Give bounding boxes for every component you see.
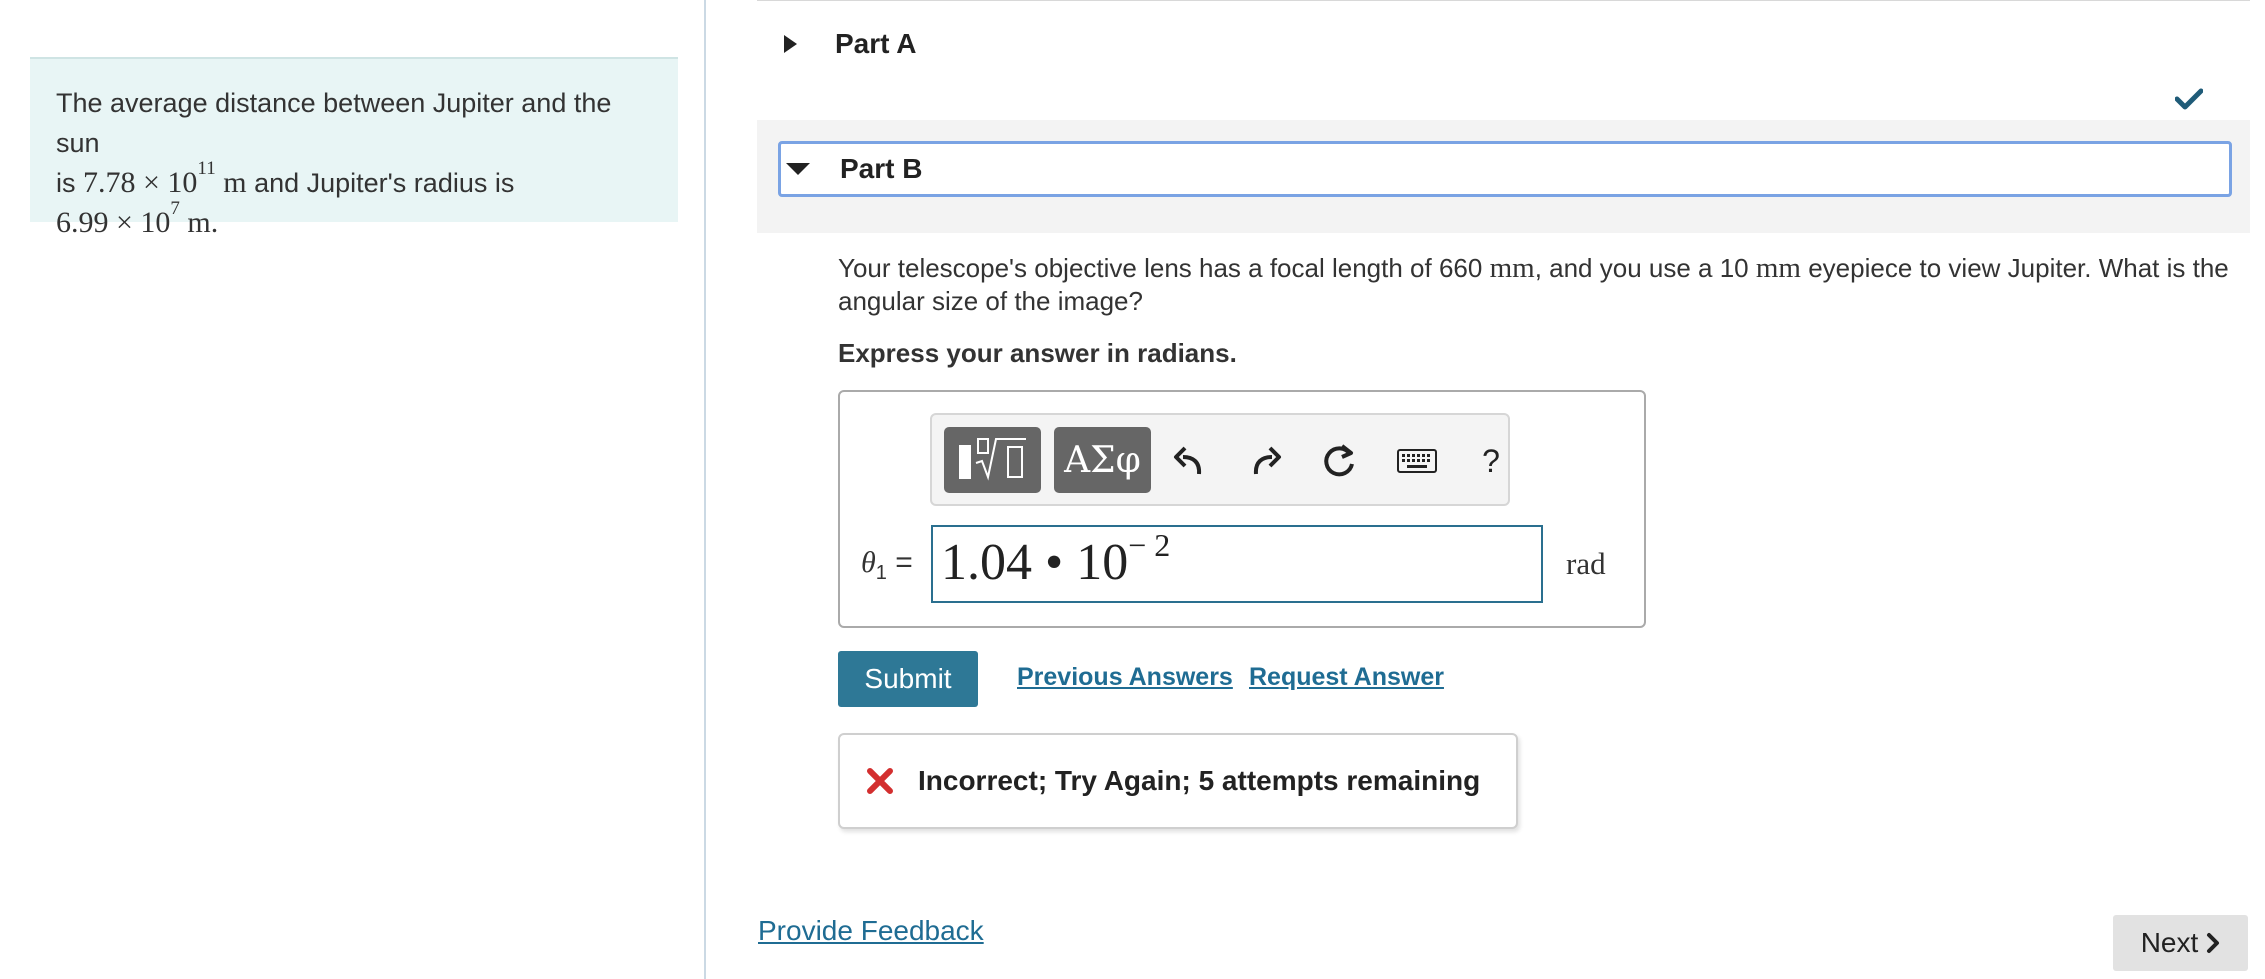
times-symbol: × bbox=[116, 206, 133, 239]
distance-mantissa: 7.78 bbox=[83, 166, 136, 199]
intro-text: is bbox=[56, 168, 83, 198]
caret-right-icon bbox=[784, 35, 797, 53]
answer-input[interactable]: 1.04 • 10− 2 bbox=[931, 525, 1543, 603]
distance-unit: m bbox=[223, 166, 247, 199]
next-label: Next bbox=[2140, 927, 2199, 958]
times-symbol: × bbox=[143, 166, 160, 199]
radius-exponent: 7 bbox=[170, 198, 180, 219]
intro-text: and Jupiter's radius is bbox=[246, 168, 515, 198]
chevron-right-icon bbox=[2206, 932, 2220, 954]
part-a-label: Part A bbox=[835, 28, 917, 59]
part-a-toggle[interactable]: Part A bbox=[784, 28, 916, 60]
intro-line-3: 6.99 × 107 m. bbox=[56, 199, 652, 243]
unit-mm: mm bbox=[1755, 252, 1801, 284]
templates-button[interactable] bbox=[944, 427, 1041, 493]
answer-exponent: − 2 bbox=[1128, 527, 1171, 563]
redo-icon[interactable] bbox=[1243, 439, 1287, 483]
distance-exponent: 11 bbox=[197, 158, 216, 179]
radius-mantissa: 6.99 bbox=[56, 206, 109, 239]
help-icon[interactable]: ? bbox=[1469, 439, 1513, 483]
top-rule bbox=[757, 0, 2250, 1]
intro-line-2: is 7.78 × 1011 m and Jupiter's radius is bbox=[56, 159, 652, 203]
equals-sign: = bbox=[895, 546, 913, 579]
greek-symbols-button[interactable]: ΑΣφ bbox=[1054, 427, 1151, 493]
answer-mantissa: 1.04 • 10 bbox=[941, 534, 1129, 591]
part-b-label: Part B bbox=[840, 153, 923, 184]
unit-mm: mm bbox=[1489, 252, 1535, 284]
answer-unit: rad bbox=[1566, 546, 1606, 581]
previous-answers-link[interactable]: Previous Answers bbox=[1017, 663, 1233, 692]
question-part: , and you use a 10 bbox=[1534, 253, 1756, 283]
part-b-toggle[interactable]: Part B bbox=[778, 141, 2232, 197]
checkmark-icon bbox=[2174, 88, 2204, 115]
problem-intro: The average distance between Jupiter and… bbox=[30, 57, 678, 239]
feedback-message-box: Incorrect; Try Again; 5 attempts remaini… bbox=[838, 733, 1518, 829]
error-x-icon bbox=[866, 767, 894, 795]
intro-line-1: The average distance between Jupiter and… bbox=[56, 88, 612, 158]
keyboard-icon[interactable] bbox=[1395, 439, 1439, 483]
request-answer-link[interactable]: Request Answer bbox=[1249, 663, 1444, 692]
undo-icon[interactable] bbox=[1168, 439, 1212, 483]
math-toolbar: ΑΣφ ? bbox=[930, 413, 1510, 506]
base-ten: 10 bbox=[140, 206, 171, 239]
templates-icon bbox=[956, 433, 1030, 488]
question-text: Your telescope's objective lens has a fo… bbox=[838, 252, 2238, 318]
answer-variable-label: θ1 = bbox=[861, 546, 913, 585]
next-button[interactable]: Next bbox=[2113, 915, 2248, 971]
theta-symbol: θ bbox=[861, 546, 876, 579]
column-divider bbox=[704, 0, 706, 979]
feedback-text: Incorrect; Try Again; 5 attempts remaini… bbox=[918, 765, 1481, 796]
submit-button[interactable]: Submit bbox=[838, 651, 978, 707]
base-ten: 10 bbox=[167, 166, 198, 199]
distance-value: 7.78 × 1011 m bbox=[83, 159, 247, 199]
radius-unit: m. bbox=[187, 206, 219, 239]
caret-down-icon bbox=[786, 163, 810, 175]
question-part: Your telescope's objective lens has a fo… bbox=[838, 253, 1490, 283]
reset-icon[interactable] bbox=[1317, 439, 1361, 483]
theta-subscript: 1 bbox=[875, 562, 887, 584]
provide-feedback-link[interactable]: Provide Feedback bbox=[758, 915, 984, 947]
answer-instruction: Express your answer in radians. bbox=[838, 338, 1237, 368]
